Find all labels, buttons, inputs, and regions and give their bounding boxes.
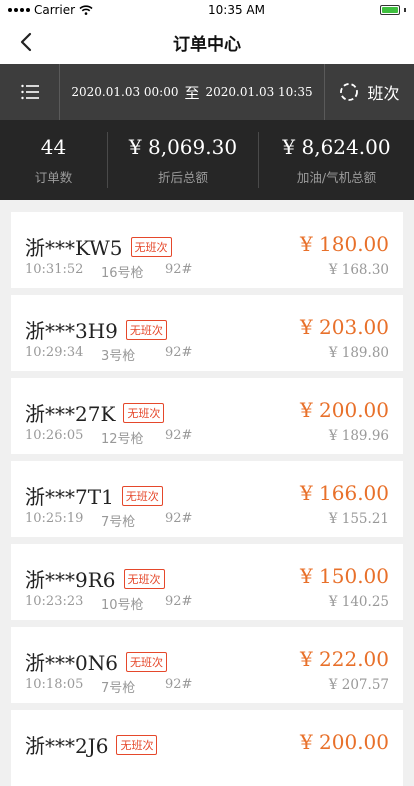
shift-badge: 无班次 bbox=[125, 651, 167, 672]
discount-total-value: ¥ 8,069.30 bbox=[128, 134, 238, 159]
order-count-stat: 44 订单数 bbox=[0, 132, 108, 188]
plate-number-row: 浙***3H9 无班次 bbox=[25, 315, 167, 344]
date-range-picker[interactable]: 2020.01.03 00:00 至 2020.01.03 10:35 bbox=[60, 82, 324, 103]
nozzle-number: 16号枪 bbox=[101, 266, 144, 281]
order-card[interactable]: 浙***KW5 无班次 10:31:52 16号枪 92# ¥ 180.00 ¥ 16… bbox=[11, 212, 403, 288]
order-amount: ¥ 200.00 bbox=[299, 730, 389, 754]
order-amount: ¥ 166.00 bbox=[299, 481, 389, 505]
order-amount: ¥ 180.00 bbox=[299, 232, 389, 256]
shift-badge: 无班次 bbox=[121, 485, 163, 506]
paid-amount: ¥ 207.57 bbox=[328, 677, 389, 693]
circle-dashed-icon bbox=[340, 83, 359, 101]
paid-amount: ¥ 168.30 bbox=[328, 262, 389, 278]
paid-amount: ¥ 140.25 bbox=[328, 594, 389, 610]
order-count-label: 订单数 bbox=[34, 169, 73, 185]
paid-amount: ¥ 189.80 bbox=[328, 345, 389, 361]
nozzle-number: 12号枪 bbox=[101, 432, 144, 447]
order-meta: 10:23:23 10号枪 92# bbox=[25, 594, 192, 613]
shift-button[interactable]: 班次 bbox=[324, 64, 414, 120]
chevron-left-icon bbox=[20, 32, 32, 52]
nav-bar: 订单中心 bbox=[0, 20, 414, 64]
order-card[interactable]: 浙***9R6 无班次 10:23:23 10号枪 92# ¥ 150.00 ¥ 14… bbox=[11, 544, 403, 620]
order-time: 10:25:19 bbox=[25, 511, 84, 526]
fuel-grade: 92# bbox=[165, 511, 193, 526]
discount-total-label: 折后总额 bbox=[157, 169, 208, 185]
to-label: 至 bbox=[184, 83, 200, 102]
paid-amount: ¥ 155.21 bbox=[328, 511, 389, 527]
fuel-grade: 92# bbox=[165, 345, 193, 360]
nozzle-number: 7号枪 bbox=[101, 515, 136, 530]
order-card[interactable]: 浙***0N6 无班次 10:18:05 7号枪 92# ¥ 222.00 ¥ 207… bbox=[11, 627, 403, 703]
plate-number-row: 浙***2J6 无班次 bbox=[25, 730, 158, 759]
order-meta: 10:31:52 16号枪 92# bbox=[25, 262, 192, 281]
fuel-grade: 92# bbox=[165, 594, 193, 609]
summary-panel: 44 订单数 ¥ 8,069.30 折后总额 ¥ 8,624.00 加油/气机总… bbox=[0, 120, 414, 200]
fuel-grade: 92# bbox=[165, 677, 193, 692]
order-amount: ¥ 200.00 bbox=[299, 398, 389, 422]
order-time: 10:18:05 bbox=[25, 677, 84, 692]
order-meta: 10:26:05 12号枪 92# bbox=[25, 428, 192, 447]
order-amount: ¥ 150.00 bbox=[299, 564, 389, 588]
order-card[interactable]: 浙***7T1 无班次 10:25:19 7号枪 92# ¥ 166.00 ¥ 155… bbox=[11, 461, 403, 537]
order-amount: ¥ 222.00 bbox=[299, 647, 389, 671]
shift-badge: 无班次 bbox=[123, 402, 165, 423]
order-list: 浙***KW5 无班次 10:31:52 16号枪 92# ¥ 180.00 ¥ 16… bbox=[0, 200, 414, 786]
paid-amount: ¥ 189.96 bbox=[328, 428, 389, 444]
menu-button[interactable] bbox=[0, 64, 60, 120]
plate-number-row: 浙***9R6 无班次 bbox=[25, 564, 165, 593]
list-icon bbox=[20, 84, 39, 100]
start-date: 2020.01.03 00:00 bbox=[71, 85, 179, 99]
back-button[interactable] bbox=[10, 26, 42, 58]
nozzle-number: 7号枪 bbox=[101, 681, 136, 696]
shift-badge: 无班次 bbox=[130, 236, 172, 257]
page-title: 订单中心 bbox=[173, 34, 241, 55]
plate-number-row: 浙***27K 无班次 bbox=[25, 398, 165, 427]
status-left: Carrier bbox=[8, 3, 93, 17]
plate-number-row: 浙***KW5 无班次 bbox=[25, 232, 172, 261]
fuel-total-label: 加油/气机总额 bbox=[296, 169, 377, 185]
battery-icon bbox=[379, 5, 406, 15]
plate-number: 浙***2J6 bbox=[25, 734, 109, 758]
order-time: 10:31:52 bbox=[25, 262, 84, 277]
order-card[interactable]: 浙***3H9 无班次 10:29:34 3号枪 92# ¥ 203.00 ¥ 189… bbox=[11, 295, 403, 371]
order-time: 10:29:34 bbox=[25, 345, 84, 360]
nozzle-number: 3号枪 bbox=[101, 349, 136, 364]
plate-number-row: 浙***7T1 无班次 bbox=[25, 481, 163, 510]
order-card[interactable]: 浙***27K 无班次 10:26:05 12号枪 92# ¥ 200.00 ¥ 18… bbox=[11, 378, 403, 454]
plate-number-row: 浙***0N6 无班次 bbox=[25, 647, 167, 676]
order-count-value: 44 bbox=[40, 134, 67, 159]
fuel-total-value: ¥ 8,624.00 bbox=[282, 134, 391, 159]
fuel-grade: 92# bbox=[165, 262, 193, 277]
carrier-label: Carrier bbox=[34, 3, 76, 17]
filter-bar: 2020.01.03 00:00 至 2020.01.03 10:35 班次 bbox=[0, 64, 414, 120]
shift-badge: 无班次 bbox=[125, 319, 167, 340]
plate-number: 浙***7T1 bbox=[25, 485, 114, 509]
shift-label: 班次 bbox=[367, 84, 400, 103]
signal-icon bbox=[8, 8, 30, 12]
fuel-total-stat: ¥ 8,624.00 加油/气机总额 bbox=[259, 132, 414, 188]
plate-number: 浙***3H9 bbox=[25, 319, 118, 343]
plate-number: 浙***0N6 bbox=[25, 651, 118, 675]
plate-number: 浙***27K bbox=[25, 402, 116, 426]
nozzle-number: 10号枪 bbox=[101, 598, 144, 613]
fuel-grade: 92# bbox=[165, 428, 193, 443]
plate-number: 浙***9R6 bbox=[25, 568, 116, 592]
end-date: 2020.01.03 10:35 bbox=[205, 85, 313, 99]
order-meta: 10:25:19 7号枪 92# bbox=[25, 511, 192, 530]
plate-number: 浙***KW5 bbox=[25, 236, 123, 260]
shift-badge: 无班次 bbox=[116, 734, 158, 755]
discount-total-stat: ¥ 8,069.30 折后总额 bbox=[108, 132, 259, 188]
status-bar: Carrier 10:35 AM bbox=[0, 0, 414, 20]
order-amount: ¥ 203.00 bbox=[299, 315, 389, 339]
order-time: 10:23:23 bbox=[25, 594, 84, 609]
order-meta: 10:29:34 3号枪 92# bbox=[25, 345, 192, 364]
order-card[interactable]: 浙***2J6 无班次 ¥ 200.00 bbox=[11, 710, 403, 786]
order-time: 10:26:05 bbox=[25, 428, 84, 443]
shift-badge: 无班次 bbox=[123, 568, 165, 589]
wifi-icon bbox=[79, 5, 93, 15]
clock: 10:35 AM bbox=[208, 3, 265, 17]
order-meta: 10:18:05 7号枪 92# bbox=[25, 677, 192, 696]
